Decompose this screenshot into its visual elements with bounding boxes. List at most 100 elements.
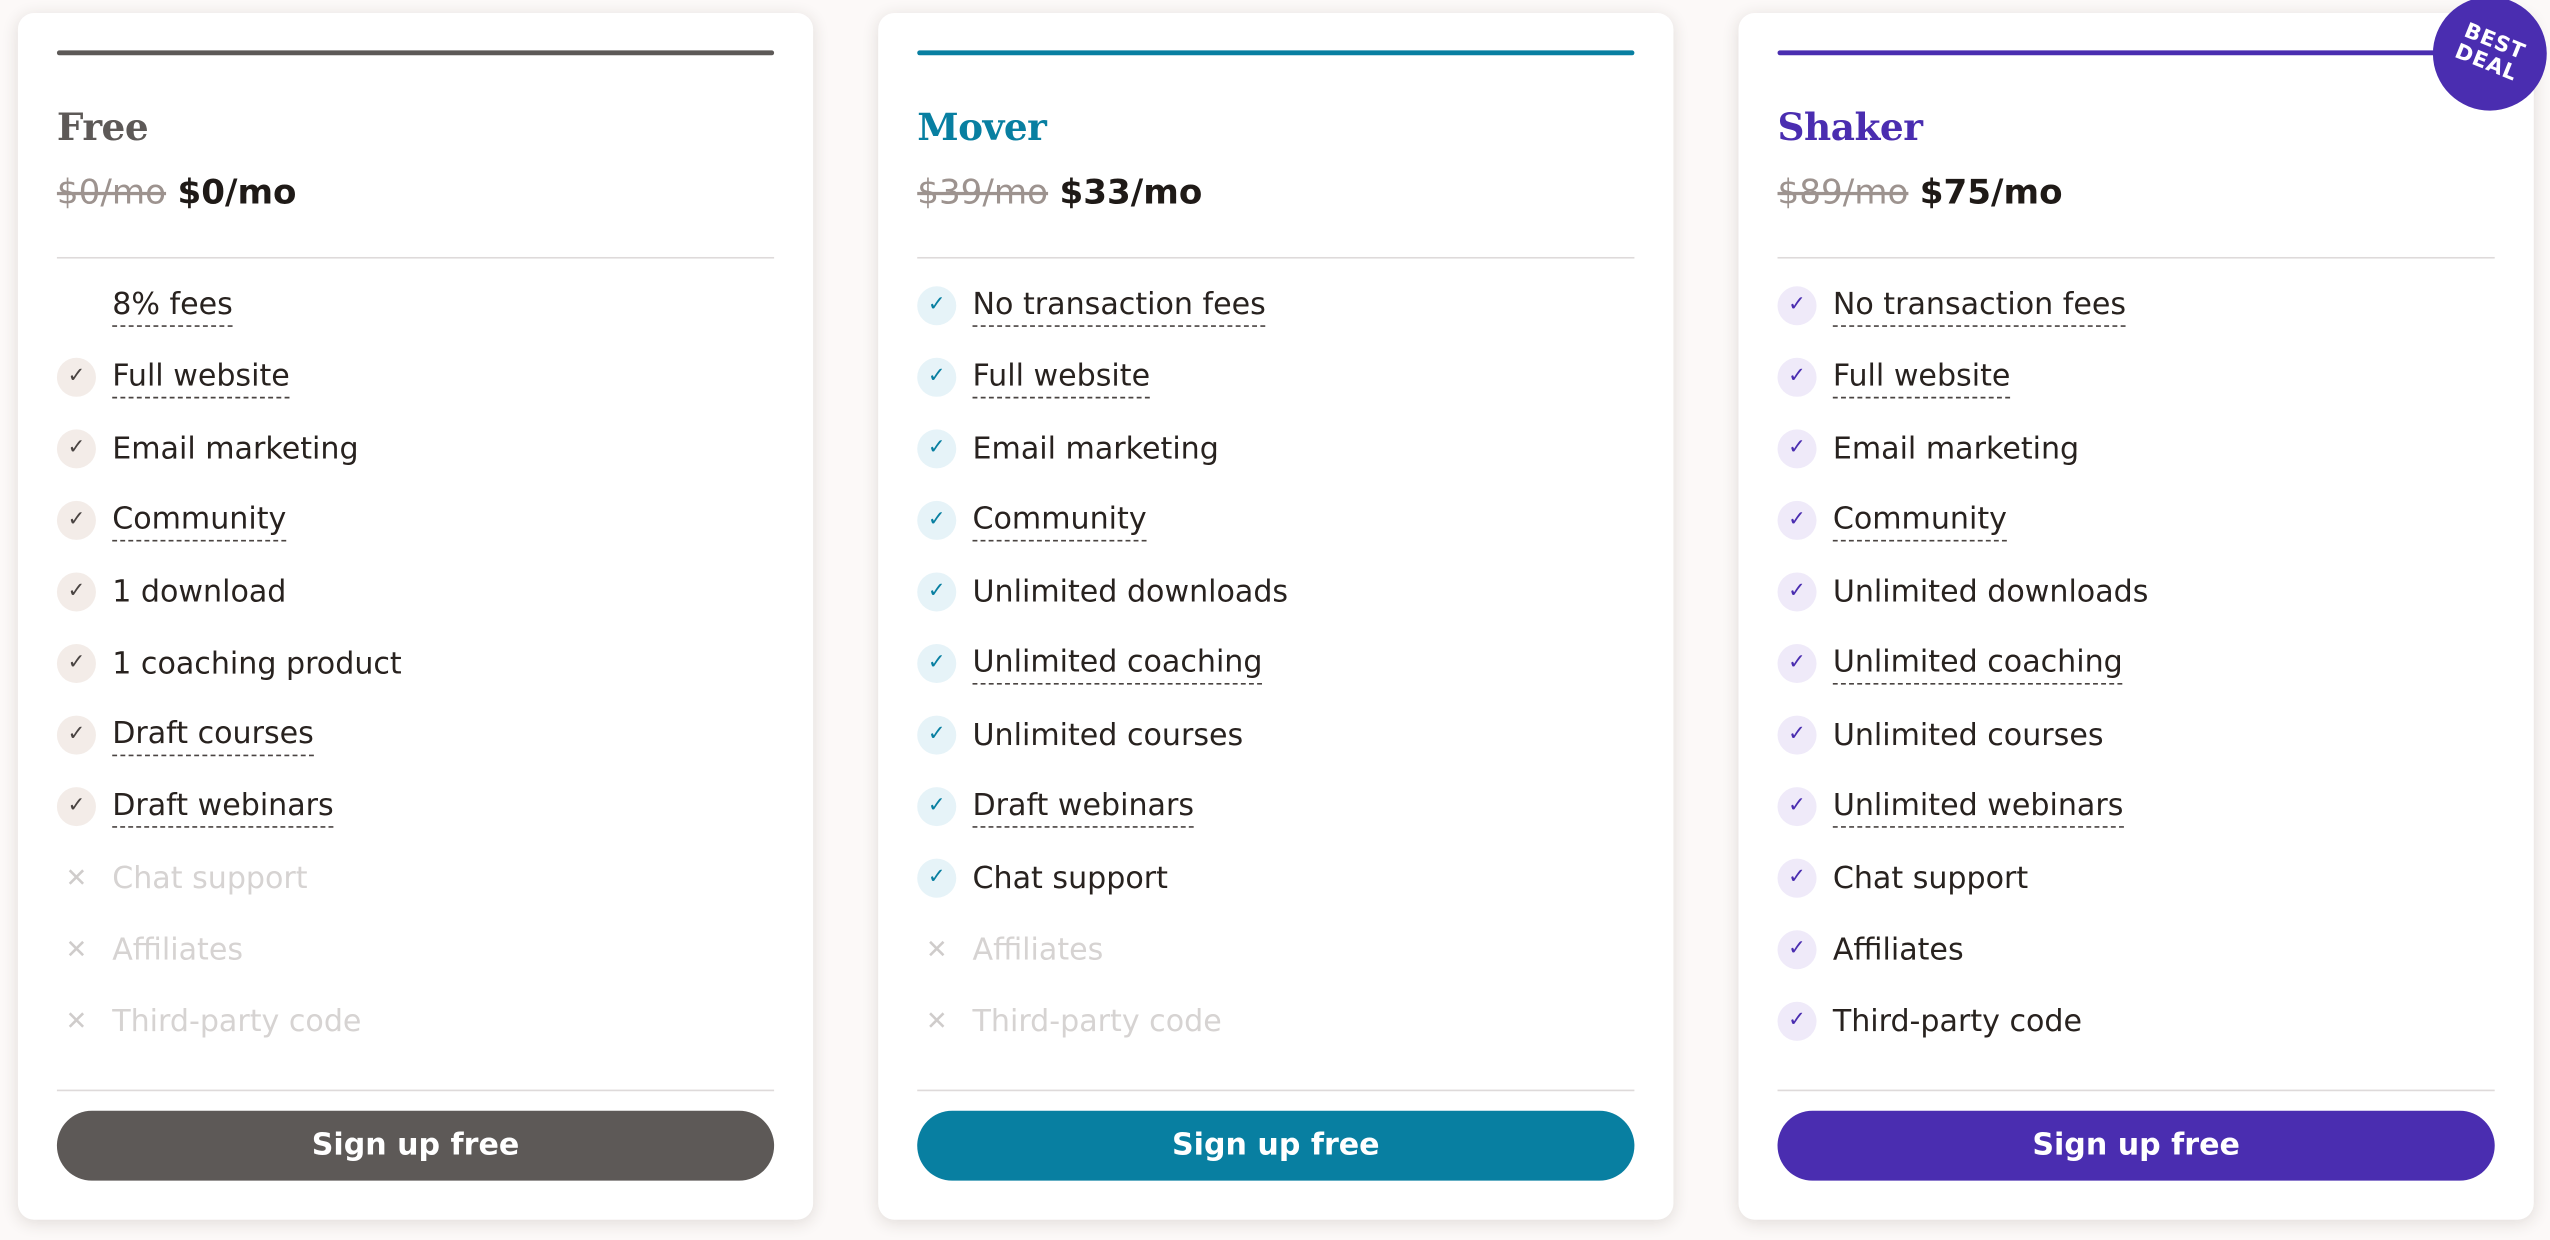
- feature-label[interactable]: Community: [1832, 501, 2007, 542]
- check-icon: ✓: [917, 572, 957, 612]
- feature-label[interactable]: Full website: [972, 358, 1151, 399]
- feature-item: ✓ Unlimited downloads: [1777, 572, 2495, 644]
- feature-label[interactable]: Community: [972, 501, 1147, 542]
- feature-item: ✓ Third-party code: [1777, 1001, 2495, 1074]
- feature-list: ✓ No transaction fees ✓ Full website ✓ Email …: [917, 286, 1634, 1073]
- check-icon: ✓: [917, 644, 957, 684]
- sign-up-button[interactable]: Sign up free: [56, 1110, 775, 1181]
- feature-label: Email marketing: [112, 432, 359, 467]
- feature-item: ✓ Draft webinars: [917, 787, 1634, 859]
- original-price: $0/mo: [56, 172, 167, 212]
- plan-card-shaker: Shaker $89/mo $75/mo ✓ No transaction fees…: [1738, 0, 2550, 1220]
- feature-label: Third-party code: [1832, 1005, 2083, 1040]
- feature-item: ✓ Unlimited downloads: [917, 572, 1634, 644]
- feature-item: 8% fees: [57, 286, 774, 358]
- feature-label: Chat support: [112, 861, 308, 897]
- plan-accent-bar: [56, 50, 775, 56]
- discounted-price: $0/mo: [177, 172, 297, 212]
- feature-label: Chat support: [972, 861, 1168, 897]
- feature-label[interactable]: Draft webinars: [972, 787, 1195, 828]
- feature-item: ✓ Full website: [1777, 357, 2495, 430]
- divider: [56, 1089, 775, 1092]
- feature-label[interactable]: Full website: [112, 358, 290, 399]
- feature-item: ✓ Affiliates: [1777, 930, 2495, 1002]
- price-row: $0/mo $0/mo: [57, 166, 297, 218]
- check-icon: ✓: [56, 572, 96, 612]
- x-icon: ✕: [925, 1005, 948, 1036]
- x-icon: ✕: [65, 861, 88, 893]
- check-icon: ✓: [56, 429, 96, 469]
- feature-item: ✓ No transaction fees: [1777, 286, 2495, 358]
- feature-label[interactable]: Unlimited webinars: [1832, 787, 2124, 828]
- feature-item: ✕ Affiliates: [917, 930, 1634, 1002]
- feature-label: 1 coaching product: [112, 647, 402, 682]
- feature-label[interactable]: Community: [112, 501, 287, 542]
- feature-list: 8% fees ✓ Full website ✓ Email marketing ✓ Com…: [56, 286, 774, 1073]
- feature-label[interactable]: No transaction fees: [972, 286, 1266, 327]
- check-icon: ✓: [1777, 500, 1817, 540]
- check-icon: ✓: [917, 286, 957, 326]
- feature-label[interactable]: Draft webinars: [112, 787, 334, 828]
- feature-item: ✓ Chat support: [917, 858, 1634, 931]
- feature-item: ✓ Email marketing: [917, 429, 1634, 501]
- pricing-page: Free $0/mo $0/mo 8% fees ✓ Full website ✓ Ema…: [0, 0, 2550, 1239]
- feature-item: ✓ Full website: [56, 357, 774, 430]
- feature-item: ✓ Community: [56, 500, 774, 573]
- feature-item: ✓ 1 download: [56, 572, 774, 644]
- feature-label[interactable]: 8% fees: [112, 286, 233, 327]
- feature-item: ✓ Unlimited courses: [917, 715, 1634, 788]
- feature-label: 1 download: [112, 575, 287, 610]
- divider: [917, 256, 1635, 259]
- feature-label[interactable]: Unlimited coaching: [1832, 644, 2123, 685]
- sign-up-button[interactable]: Sign up free: [917, 1110, 1635, 1181]
- check-icon: ✓: [917, 715, 957, 755]
- feature-item: ✓ Community: [1777, 500, 2495, 573]
- divider: [1777, 1089, 2495, 1092]
- x-icon: ✕: [925, 933, 948, 965]
- price-row: $39/mo $33/mo: [917, 166, 1202, 218]
- x-icon: ✕: [65, 933, 88, 965]
- check-icon: ✓: [56, 715, 96, 755]
- feature-label: Third-party code: [972, 1005, 1222, 1040]
- feature-item: ✓ Chat support: [1777, 858, 2495, 931]
- check-icon: ✓: [1777, 429, 1817, 469]
- check-icon: ✓: [1777, 286, 1817, 326]
- feature-label: Unlimited courses: [972, 718, 1244, 753]
- feature-label: Email marketing: [1832, 432, 2080, 467]
- original-price: $39/mo: [917, 172, 1049, 212]
- plan-card-free: Free $0/mo $0/mo 8% fees ✓ Full website ✓ Ema…: [17, 13, 814, 1220]
- check-icon: ✓: [917, 787, 957, 827]
- feature-item: ✓ No transaction fees: [917, 286, 1634, 358]
- plan-name: Shaker: [1777, 105, 1923, 150]
- feature-item: ✕ Third-party code: [917, 1002, 1634, 1074]
- discounted-price: $75/mo: [1919, 172, 2063, 212]
- check-icon: ✓: [917, 357, 957, 397]
- plan-name: Mover: [917, 105, 1047, 150]
- feature-label[interactable]: Unlimited coaching: [972, 644, 1263, 685]
- check-icon: ✓: [56, 787, 96, 827]
- feature-item: ✓ Unlimited coaching: [917, 644, 1634, 716]
- feature-label: Email marketing: [972, 432, 1219, 467]
- feature-label[interactable]: No transaction fees: [1832, 286, 2127, 327]
- check-icon: ✓: [917, 500, 957, 540]
- feature-label: Chat support: [1832, 861, 2029, 897]
- divider: [917, 1089, 1635, 1092]
- feature-label[interactable]: Full website: [1832, 358, 2011, 399]
- plan-card-body: Free $0/mo $0/mo 8% fees ✓ Full website ✓ Ema…: [56, 13, 775, 1220]
- pricing-plans: Free $0/mo $0/mo 8% fees ✓ Full website ✓ Ema…: [0, 0, 2550, 1239]
- feature-label: Affiliates: [972, 933, 1104, 968]
- check-icon: ✓: [1777, 930, 1817, 970]
- sign-up-button[interactable]: Sign up free: [1777, 1110, 2495, 1181]
- feature-label: Unlimited downloads: [1832, 575, 2149, 610]
- price-row: $89/mo $75/mo: [1778, 166, 2063, 218]
- feature-item: ✓ Community: [917, 500, 1634, 573]
- feature-label[interactable]: Draft courses: [112, 716, 314, 757]
- divider: [1777, 256, 2495, 259]
- plan-card-body: Mover $39/mo $33/mo ✓ No transaction fees ✓…: [917, 13, 1635, 1220]
- check-icon: ✓: [56, 500, 96, 540]
- x-icon: ✕: [65, 1005, 88, 1036]
- feature-item: ✓ Unlimited courses: [1777, 715, 2495, 788]
- check-icon: ✓: [1777, 357, 1817, 397]
- feature-list: ✓ No transaction fees ✓ Full website ✓ Email …: [1777, 286, 2495, 1074]
- original-price: $89/mo: [1777, 172, 1909, 212]
